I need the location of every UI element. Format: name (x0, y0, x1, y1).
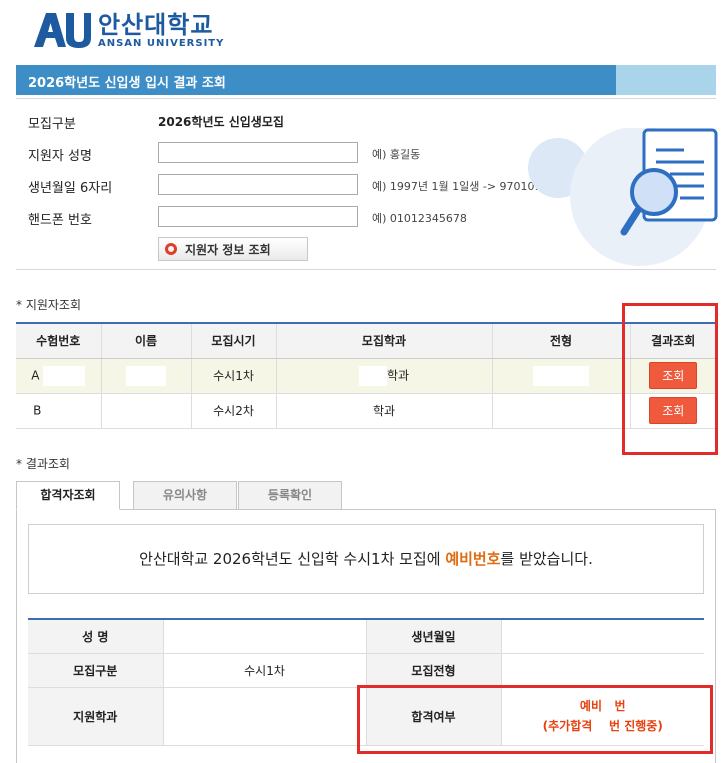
header-dept: 모집학과 (276, 323, 493, 359)
result-recruit-label: 모집구분 (28, 653, 164, 688)
result-section-title: * 결과조회 (16, 457, 70, 471)
recruit-label: 모집구분 (28, 117, 76, 132)
result-tabs: 합격자조회 유의사항 등록확인 (16, 481, 716, 510)
phone-label: 핸드폰 번호 (28, 213, 92, 228)
phone-input[interactable] (158, 206, 358, 227)
phone-hint: 예) 01012345678 (372, 212, 467, 225)
header-period: 모집시기 (191, 323, 277, 359)
page-title: 2026학년도 신입생 입시 결과 조회 (28, 76, 226, 91)
table-row: 모집구분 수시1차 모집전형 (28, 653, 704, 688)
search-applicant-button[interactable]: 지원자 정보 조회 (158, 237, 308, 261)
exam-no-cell: B (16, 393, 102, 429)
birth-label: 생년월일 6자리 (28, 181, 113, 196)
result-birth-label: 생년월일 (366, 619, 502, 654)
result-name-label: 성 명 (28, 619, 164, 654)
period-cell: 수시2차 (191, 393, 277, 429)
result-recruit-value: 수시1차 (163, 653, 367, 688)
period-cell: 수시1차 (191, 358, 277, 394)
header-exam-no: 수험번호 (16, 323, 102, 359)
birth-hint: 예) 1997년 1월 1일생 -> 970101 (372, 180, 542, 193)
university-logo: 안산대학교 ANSAN UNIVERSITY (32, 10, 224, 50)
search-button-label: 지원자 정보 조회 (185, 242, 271, 257)
table-row: 성 명 생년월일 (28, 619, 704, 654)
table-row[interactable]: A 수시1차 학과 조회 (16, 358, 716, 394)
name-cell (101, 393, 192, 429)
name-hint: 예) 홍길동 (372, 148, 421, 161)
dept-cell: 학과 (276, 393, 493, 429)
name-cell (101, 358, 192, 394)
result-message: 안산대학교 2026학년도 신입학 수시1차 모집에 예비번호를 받았습니다. (28, 524, 704, 594)
message-highlight: 예비번호 (445, 550, 501, 568)
applicant-section-title: * 지원자조회 (16, 298, 82, 312)
pass-status-highlight-box (357, 685, 713, 754)
applicant-table-header: 수험번호 이름 모집시기 모집학과 전형 결과조회 (16, 323, 716, 359)
name-label: 지원자 성명 (28, 149, 92, 164)
result-birth-value (501, 619, 704, 654)
result-dept-value (163, 687, 367, 746)
tab-notes[interactable]: 유의사항 (133, 481, 237, 510)
result-dept-label: 지원학과 (28, 687, 164, 746)
name-input[interactable] (158, 142, 358, 163)
exam-no-cell: A (16, 358, 102, 394)
dept-cell: 학과 (276, 358, 493, 394)
birth-input[interactable] (158, 174, 358, 195)
type-cell (492, 358, 631, 394)
result-column-highlight-box (622, 303, 718, 455)
header-type: 전형 (492, 323, 631, 359)
document-search-illustration-icon (528, 128, 718, 266)
header-name: 이름 (101, 323, 192, 359)
type-cell (492, 393, 631, 429)
result-name-value (163, 619, 367, 654)
logo-korean-name: 안산대학교 (98, 10, 214, 39)
table-row[interactable]: B 수시2차 학과 조회 (16, 393, 716, 429)
tab-passed-list[interactable]: 합격자조회 (16, 481, 120, 510)
au-logo-icon (34, 13, 91, 48)
record-dot-icon (165, 243, 177, 255)
logo-english-name: ANSAN UNIVERSITY (98, 37, 225, 49)
recruit-value: 2026학년도 신입생모집 (158, 115, 284, 129)
tab-registration-check[interactable]: 등록확인 (238, 481, 342, 510)
result-type-label: 모집전형 (366, 653, 502, 688)
title-bar-accent (616, 65, 716, 95)
applicant-table: 수험번호 이름 모집시기 모집학과 전형 결과조회 A 수시1차 학과 조회 B… (16, 322, 716, 429)
page-title-bar: 2026학년도 신입생 입시 결과 조회 (16, 65, 716, 95)
result-type-value (501, 653, 704, 688)
message-prefix: 안산대학교 2026학년도 신입학 수시1차 모집에 (139, 550, 446, 568)
message-suffix: 를 받았습니다. (500, 550, 593, 568)
